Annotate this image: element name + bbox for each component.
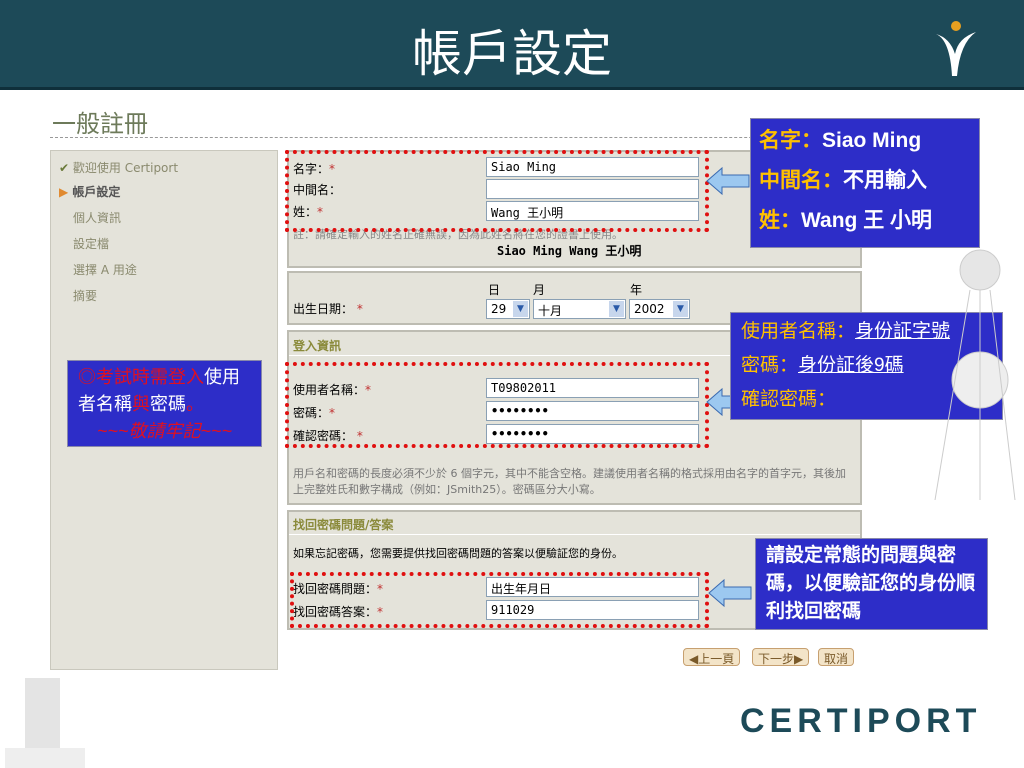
arrow-left-icon xyxy=(708,578,752,608)
chevron-down-icon: ▼ xyxy=(513,301,528,317)
building-decoration xyxy=(5,678,85,768)
sidebar-item-label: 帳戶設定 xyxy=(72,185,121,199)
divider xyxy=(289,534,860,535)
chevron-down-icon: ▼ xyxy=(673,301,688,317)
security-intro: 如果忘記密碼，您需要提供找回密碼問題的答案以便驗証您的身份。 xyxy=(293,547,623,560)
sidebar-item-account-settings[interactable]: ▶ 帳戶設定 xyxy=(59,183,120,200)
sidebar-item-profile[interactable]: 設定檔 xyxy=(73,235,109,252)
name-preview: Siao Ming Wang 王小明 xyxy=(497,244,642,258)
day-label: 日 xyxy=(488,283,501,297)
month-label: 月 xyxy=(533,283,546,297)
prev-button[interactable]: ◀上一頁 xyxy=(683,648,741,666)
security-header: 找回密碼問題/答案 xyxy=(293,518,394,532)
highlight-name xyxy=(285,150,709,232)
callout-remember: ◎考試時需登入使用者名稱與密碼。 ~~~敬請牢記~~~ xyxy=(67,360,262,447)
sidebar-item-choose-use[interactable]: 選擇 A 用途 xyxy=(73,261,137,278)
dob-label: 出生日期： * xyxy=(293,302,363,316)
sidebar-item-personal-info[interactable]: 個人資訊 xyxy=(73,209,121,226)
slide-title: 帳戶設定 xyxy=(412,25,612,83)
sidebar-item-summary[interactable]: 摘要 xyxy=(73,287,97,304)
arrow-left-icon xyxy=(706,166,750,196)
current-arrow-icon: ▶ xyxy=(59,185,69,199)
login-header: 登入資訊 xyxy=(293,339,342,353)
callout-security: 請設定常態的問題與密碼，以便驗証您的身份順利找回密碼 xyxy=(755,538,988,630)
month-select[interactable]: 十月 ▼ xyxy=(533,299,626,319)
year-label: 年 xyxy=(630,283,643,297)
tower-decoration xyxy=(934,249,1016,500)
highlight-security xyxy=(290,572,709,628)
login-note: 用戶名和密碼的長度必須不少於 6 個字元，其中不能含空格。建議使用者名稱的格式採… xyxy=(293,467,846,496)
certiport-logo: CERTIPORT xyxy=(740,702,982,740)
sidebar-item-label: 歡迎使用 Certiport xyxy=(72,161,179,175)
next-button[interactable]: 下一步▶ xyxy=(752,648,810,666)
year-select[interactable]: 2002 ▼ xyxy=(629,299,690,319)
day-select[interactable]: 29 ▼ xyxy=(486,299,530,319)
check-icon: ✔ xyxy=(59,161,70,175)
callout-name: 名字：Siao Ming 中間名：不用輸入 姓：Wang 王 小明 xyxy=(750,118,980,248)
cancel-button[interactable]: 取消 xyxy=(818,648,855,666)
chevron-down-icon: ▼ xyxy=(609,301,624,317)
highlight-login xyxy=(285,362,709,448)
page-title: 一般註冊 xyxy=(52,110,148,138)
sidebar-item-welcome[interactable]: ✔ 歡迎使用 Certiport xyxy=(59,159,178,176)
certiport-figure-logo xyxy=(936,21,976,76)
